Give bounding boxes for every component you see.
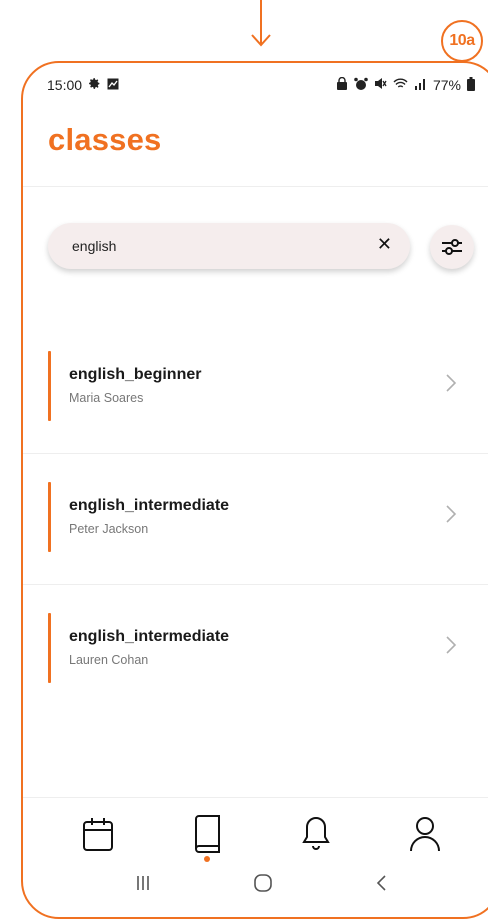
profile-icon xyxy=(409,816,440,851)
bell-icon xyxy=(301,816,330,850)
recent-apps-icon[interactable] xyxy=(134,874,152,892)
book-icon xyxy=(194,814,220,853)
teacher-name: Lauren Cohan xyxy=(69,653,149,667)
wifi-icon xyxy=(393,77,408,93)
class-list-item[interactable]: english_intermediate Lauren Cohan xyxy=(23,585,488,715)
teacher-name: Peter Jackson xyxy=(69,522,149,536)
class-name: english_beginner xyxy=(69,366,202,383)
battery-percentage: 77% xyxy=(432,77,461,93)
chevron-right-icon xyxy=(446,636,457,654)
active-indicator-dot xyxy=(203,855,210,862)
class-name: english_intermediate xyxy=(69,497,230,514)
filter-button[interactable] xyxy=(430,225,474,269)
teacher-name: Maria Soares xyxy=(69,391,144,405)
down-arrow-icon xyxy=(251,0,271,47)
status-time: 15:00 xyxy=(47,77,83,93)
nav-calendar[interactable] xyxy=(74,810,122,858)
bottom-navigation xyxy=(23,797,488,869)
step-badge: 10a xyxy=(441,20,483,62)
search-bar: ✕ xyxy=(48,223,410,269)
back-icon[interactable] xyxy=(374,874,388,892)
clear-search-icon[interactable]: ✕ xyxy=(377,234,392,255)
mute-icon xyxy=(374,77,387,93)
system-navigation-bar xyxy=(23,863,488,903)
status-bar: 15:00 77% xyxy=(47,74,475,96)
settings-gear-icon xyxy=(88,77,101,93)
header-divider xyxy=(23,186,488,187)
item-accent-bar xyxy=(48,351,51,421)
alarm-icon xyxy=(354,77,368,94)
signal-icon xyxy=(414,77,427,93)
nav-classes[interactable] xyxy=(183,810,231,862)
gallery-icon xyxy=(107,77,119,93)
item-accent-bar xyxy=(48,613,51,683)
calendar-icon xyxy=(82,817,113,851)
class-name: english_intermediate xyxy=(69,628,230,645)
chevron-right-icon xyxy=(446,374,457,392)
battery-icon xyxy=(467,76,475,94)
lock-icon xyxy=(336,76,348,93)
search-input[interactable] xyxy=(70,237,374,255)
chevron-right-icon xyxy=(446,505,457,523)
item-accent-bar xyxy=(48,482,51,552)
page-title: classes xyxy=(48,122,162,157)
class-list-item[interactable]: english_beginner Maria Soares xyxy=(23,323,488,454)
class-list-item[interactable]: english_intermediate Peter Jackson xyxy=(23,454,488,585)
nav-profile[interactable] xyxy=(401,810,449,858)
phone-frame: 15:00 77% classes english ✕ english_begi… xyxy=(21,61,488,919)
nav-notifications[interactable] xyxy=(292,810,340,858)
sliders-icon xyxy=(442,239,462,255)
home-icon[interactable] xyxy=(253,873,273,893)
